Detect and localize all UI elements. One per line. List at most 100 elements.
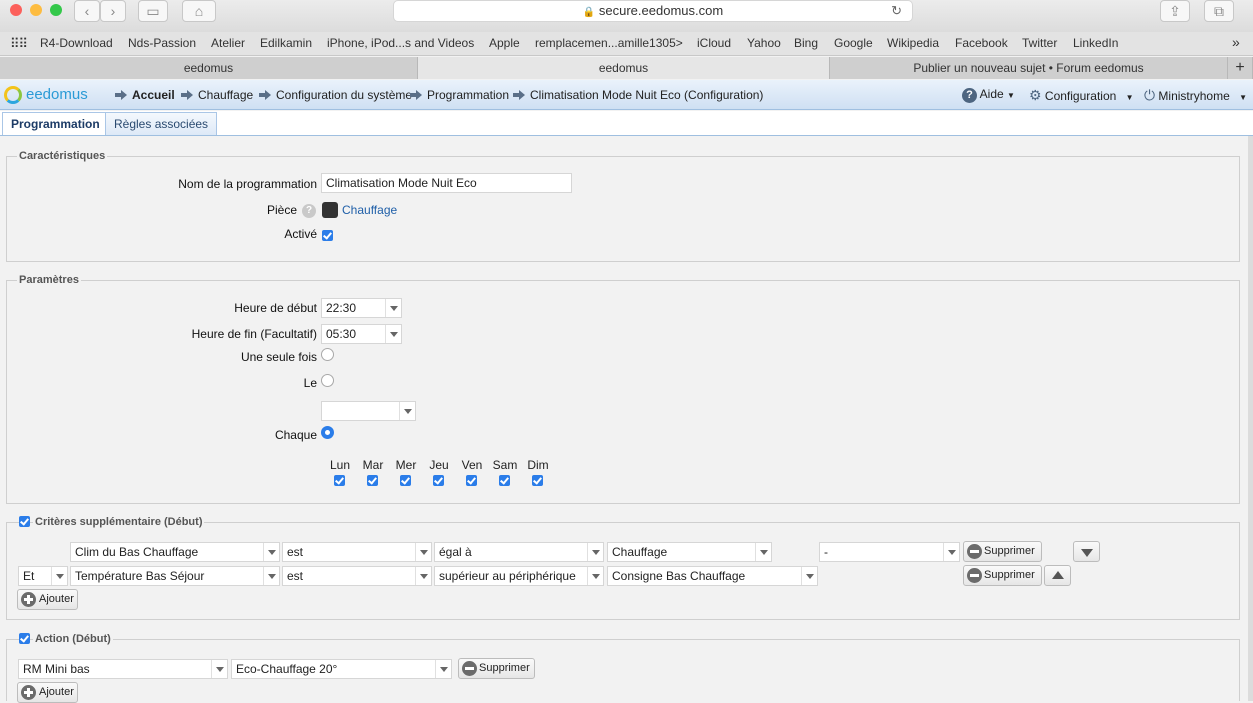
breadcrumb-home[interactable]: Accueil [115, 88, 175, 102]
triangle-down-icon [1081, 549, 1093, 557]
more-bookmarks-icon[interactable]: » [1232, 34, 1240, 50]
date-select[interactable] [321, 401, 416, 421]
chevron-down-icon [755, 543, 771, 561]
delete-action-button[interactable]: Supprimer [458, 658, 535, 679]
criteria-extra-select[interactable]: - [819, 542, 960, 562]
add-criteria-button[interactable]: Ajouter [17, 589, 78, 610]
help-menu[interactable]: ? Aide ▼ [962, 87, 1015, 103]
criteria-operator-select[interactable]: égal à [434, 542, 604, 562]
criteria-state-select[interactable]: est [282, 542, 432, 562]
help-icon: ? [962, 88, 977, 103]
delete-criteria-button[interactable]: Supprimer [963, 565, 1042, 586]
day-checkbox-lun[interactable] [334, 475, 345, 486]
grid-icon[interactable]: ⠿⠿ [10, 36, 28, 52]
plus-icon [21, 592, 36, 607]
end-time-select[interactable]: 05:30 [321, 324, 402, 344]
chevron-down-icon [801, 567, 817, 585]
day-label: Mer [395, 458, 417, 472]
tab-programmation[interactable]: Programmation [2, 112, 109, 135]
day-checkbox-mer[interactable] [400, 475, 411, 486]
bookmark-item[interactable]: Bing [794, 36, 818, 50]
chevron-down-icon [943, 543, 959, 561]
new-tab-icon[interactable]: + [1228, 57, 1253, 79]
bookmark-item[interactable]: Yahoo [747, 36, 781, 50]
address-bar[interactable]: 🔒 secure.eedomus.com ↻ [393, 0, 913, 22]
breadcrumb-chauffage[interactable]: Chauffage [181, 88, 253, 102]
minus-icon [462, 661, 477, 676]
bookmark-item[interactable]: Atelier [211, 36, 245, 50]
on-date-radio[interactable] [321, 374, 334, 387]
criteria-device-select[interactable]: Température Bas Séjour [70, 566, 280, 586]
criteria-device-select[interactable]: Clim du Bas Chauffage [70, 542, 280, 562]
day-checkbox-mar[interactable] [367, 475, 378, 486]
close-window-icon[interactable] [10, 4, 22, 16]
bookmark-item[interactable]: iCloud [697, 36, 731, 50]
name-field[interactable]: Climatisation Mode Nuit Eco [321, 173, 572, 193]
add-action-button[interactable]: Ajouter [17, 682, 78, 703]
bookmark-item[interactable]: LinkedIn [1073, 36, 1118, 50]
breadcrumb-system-config[interactable]: Configuration du système [259, 88, 412, 102]
url-text: secure.eedomus.com [598, 3, 724, 18]
bookmark-item[interactable]: Edilkamin [260, 36, 312, 50]
criteria-checkbox[interactable] [19, 516, 30, 527]
back-icon[interactable]: ‹ [74, 0, 100, 22]
each-radio[interactable] [321, 426, 334, 439]
tab-regles-associees[interactable]: Règles associées [105, 112, 218, 135]
day-checkbox-jeu[interactable] [433, 475, 444, 486]
move-down-button[interactable] [1073, 541, 1100, 562]
browser-tab[interactable]: eedomus [0, 57, 418, 79]
bookmark-item[interactable]: Twitter [1022, 36, 1057, 50]
bookmark-item[interactable]: Nds-Passion [128, 36, 196, 50]
breadcrumb-programmation[interactable]: Programmation [410, 88, 509, 102]
action-value-select[interactable]: Eco-Chauffage 20° [231, 659, 452, 679]
arrow-right-icon [410, 90, 423, 100]
criteria-conjunction-select[interactable]: Et [18, 566, 68, 586]
criteria-operator-select[interactable]: supérieur au périphérique [434, 566, 604, 586]
day-checkbox-ven[interactable] [466, 475, 477, 486]
help-icon[interactable]: ? [302, 204, 316, 218]
move-up-button[interactable] [1044, 565, 1071, 586]
browser-tab[interactable]: Publier un nouveau sujet • Forum eedomus [830, 57, 1228, 79]
share-icon[interactable]: ⇪ [1160, 0, 1190, 22]
bookmark-item[interactable]: iPhone, iPod...s and Videos [327, 36, 474, 50]
chevron-down-icon [435, 660, 451, 678]
user-menu[interactable]: ⏻ Ministryhome ▼ [1144, 87, 1247, 104]
bookmark-item[interactable]: Apple [489, 36, 520, 50]
minimize-window-icon[interactable] [30, 4, 42, 16]
bookmark-item[interactable]: Wikipedia [887, 36, 939, 50]
browser-tab-active[interactable]: eedomus [418, 57, 830, 79]
chevron-down-icon [415, 543, 431, 561]
configuration-menu[interactable]: ⚙ Configuration ▼ [1029, 87, 1134, 104]
bookmark-item[interactable]: remplacemen...amille1305> [535, 36, 683, 50]
criteria-value-select[interactable]: Consigne Bas Chauffage [607, 566, 818, 586]
start-time-select[interactable]: 22:30 [321, 298, 402, 318]
chevron-down-icon [415, 567, 431, 585]
sidebar-icon[interactable]: ▭ [138, 0, 168, 22]
delete-criteria-button[interactable]: Supprimer [963, 541, 1042, 562]
arrow-right-icon [181, 90, 194, 100]
day-label: Jeu [429, 458, 449, 472]
eedomus-logo-icon [4, 86, 22, 104]
action-checkbox[interactable] [19, 633, 30, 644]
room-link[interactable]: Chauffage [342, 203, 397, 217]
forward-icon[interactable]: › [100, 0, 126, 22]
criteria-value-select[interactable]: Chauffage [607, 542, 772, 562]
arrow-right-icon [115, 90, 128, 100]
once-radio[interactable] [321, 348, 334, 361]
bookmark-item[interactable]: R4-Download [40, 36, 113, 50]
zoom-window-icon[interactable] [50, 4, 62, 16]
day-checkbox-dim[interactable] [532, 475, 543, 486]
end-time-label: Heure de fin (Facultatif) [191, 327, 317, 341]
reload-icon[interactable]: ↻ [891, 1, 902, 21]
scrollbar[interactable] [1248, 136, 1253, 701]
home-icon[interactable]: ⌂ [182, 0, 216, 22]
bookmark-item[interactable]: Google [834, 36, 873, 50]
active-checkbox[interactable] [322, 230, 333, 241]
day-label: Dim [527, 458, 549, 472]
breadcrumb-current[interactable]: Climatisation Mode Nuit Eco (Configurati… [513, 88, 763, 102]
action-device-select[interactable]: RM Mini bas [18, 659, 228, 679]
bookmark-item[interactable]: Facebook [955, 36, 1008, 50]
tabs-overview-icon[interactable]: ⧉ [1204, 0, 1234, 22]
day-checkbox-sam[interactable] [499, 475, 510, 486]
criteria-state-select[interactable]: est [282, 566, 432, 586]
